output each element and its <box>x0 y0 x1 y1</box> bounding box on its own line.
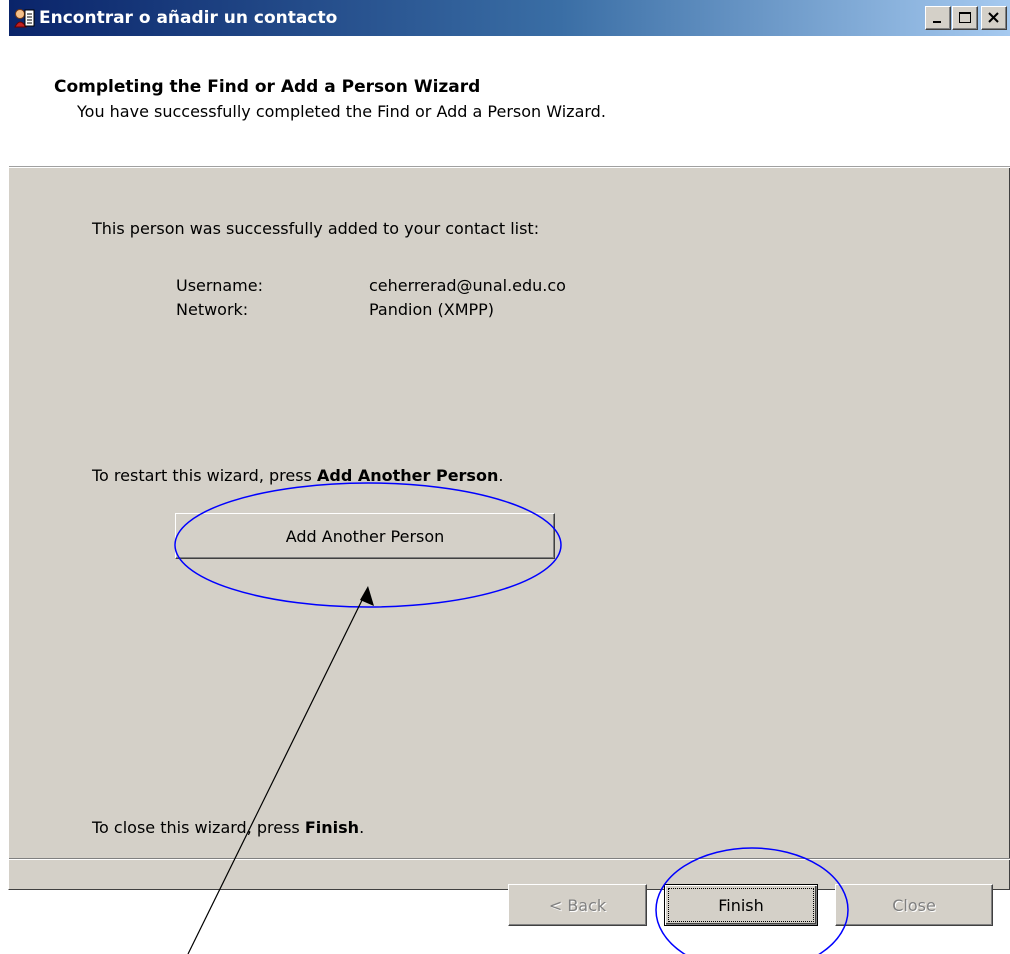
back-button[interactable]: < Back <box>508 884 647 926</box>
title-bar[interactable]: Encontrar o añadir un contacto <box>9 0 1010 36</box>
close-icon <box>988 12 999 23</box>
restart-instruction-suffix: . <box>498 466 504 485</box>
add-another-person-button[interactable]: Add Another Person <box>175 513 555 559</box>
minimize-button[interactable] <box>925 6 951 30</box>
close-instruction-prefix: To close this wizard, press <box>92 818 305 837</box>
restart-instruction-prefix: To restart this wizard, press <box>92 466 317 485</box>
window-title: Encontrar o añadir un contacto <box>39 8 338 28</box>
close-instruction: To close this wizard, press Finish. <box>92 818 364 837</box>
close-instruction-button-name: Finish <box>304 818 360 837</box>
finish-button[interactable]: Finish <box>664 884 818 926</box>
close-window-button[interactable] <box>981 6 1007 30</box>
maximize-button[interactable] <box>952 6 978 30</box>
restart-instruction: To restart this wizard, press Add Anothe… <box>92 466 503 485</box>
close-instruction-suffix: . <box>359 818 365 837</box>
wizard-header: Completing the Find or Add a Person Wiza… <box>9 36 1010 167</box>
close-button[interactable]: Close <box>835 884 993 926</box>
restart-instruction-button-name: Add Another Person <box>316 466 499 485</box>
footer-separator <box>9 858 1010 860</box>
wizard-window: Encontrar o añadir un contacto Completin… <box>8 0 1010 890</box>
username-label: Username: <box>176 276 263 295</box>
network-value: Pandion (XMPP) <box>369 300 495 319</box>
minimize-icon <box>933 21 941 23</box>
wizard-header-title: Completing the Find or Add a Person Wiza… <box>54 77 481 97</box>
network-label: Network: <box>176 300 249 319</box>
contact-wizard-icon <box>14 9 35 28</box>
wizard-header-subtitle: You have successfully completed the Find… <box>77 102 606 121</box>
success-message: This person was successfully added to yo… <box>92 219 540 238</box>
username-value: ceherrerad@unal.edu.co <box>369 276 566 295</box>
maximize-icon <box>959 12 971 23</box>
